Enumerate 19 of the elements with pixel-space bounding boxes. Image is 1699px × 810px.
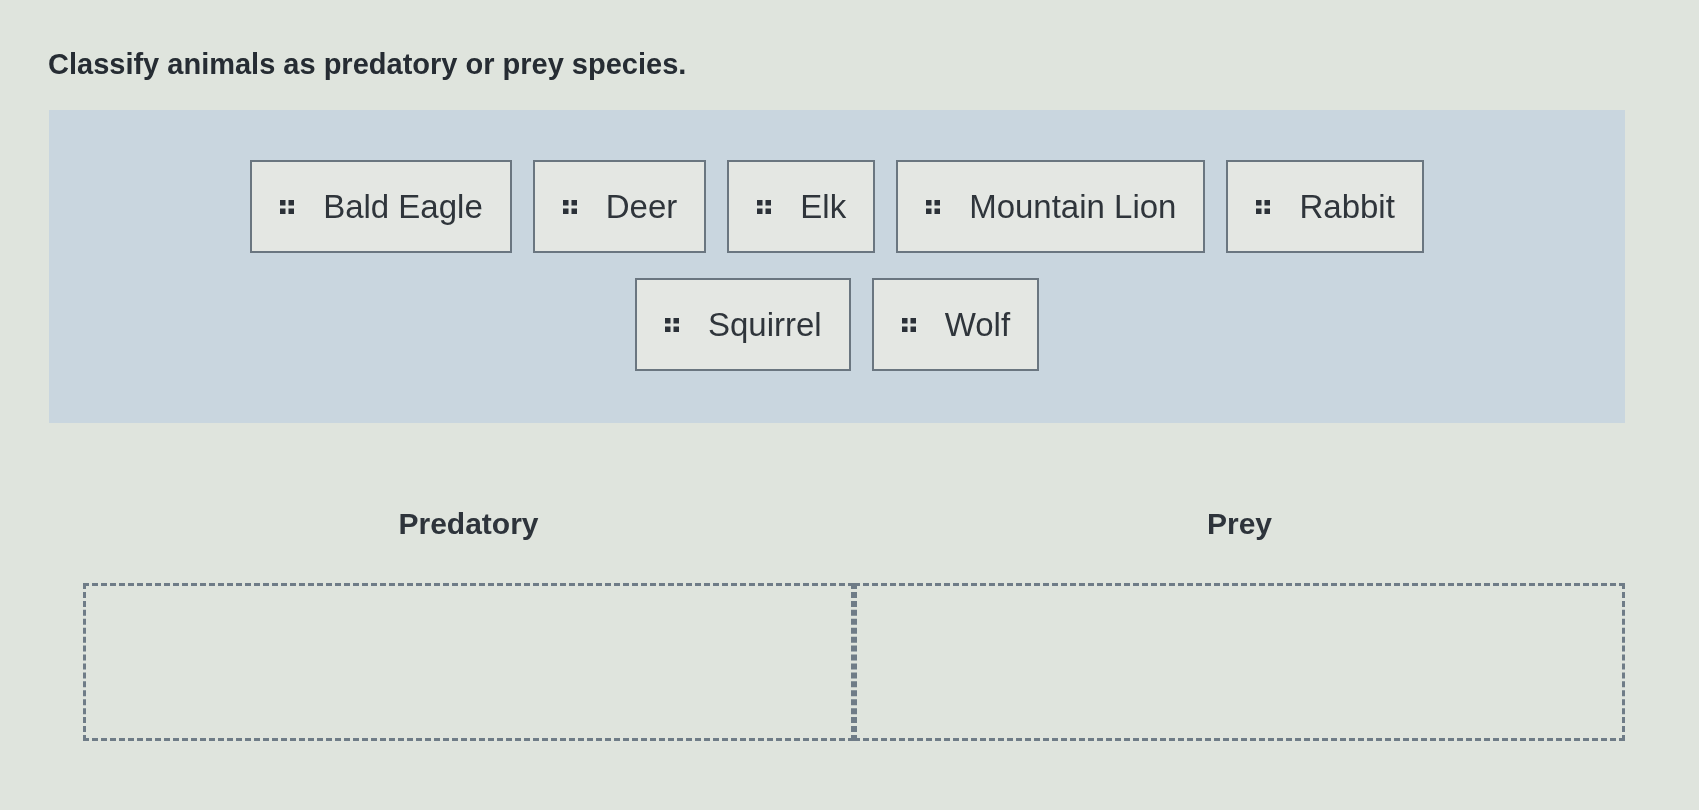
- drop-zone[interactable]: [854, 583, 1625, 741]
- animal-card[interactable]: Mountain Lion: [896, 160, 1206, 253]
- grip-icon: [757, 199, 772, 214]
- grip-icon: [926, 199, 941, 214]
- animal-card[interactable]: Squirrel: [634, 278, 851, 371]
- grip-icon: [562, 199, 577, 214]
- drop-zone[interactable]: [83, 583, 854, 741]
- grip-icon: [901, 317, 916, 332]
- grip-icon: [280, 199, 295, 214]
- question-prompt: Classify animals as predatory or prey species.: [48, 47, 687, 82]
- animal-card[interactable]: Bald Eagle: [250, 160, 512, 253]
- grip-icon: [664, 317, 679, 332]
- category-heading: Prey: [1206, 506, 1273, 542]
- animal-card[interactable]: Elk: [727, 160, 876, 253]
- category-heading: Predatory: [398, 506, 539, 542]
- grip-icon: [1256, 199, 1271, 214]
- animal-card[interactable]: Deer: [532, 160, 707, 253]
- animal-card[interactable]: Wolf: [871, 278, 1040, 371]
- animal-card[interactable]: Rabbit: [1226, 160, 1424, 253]
